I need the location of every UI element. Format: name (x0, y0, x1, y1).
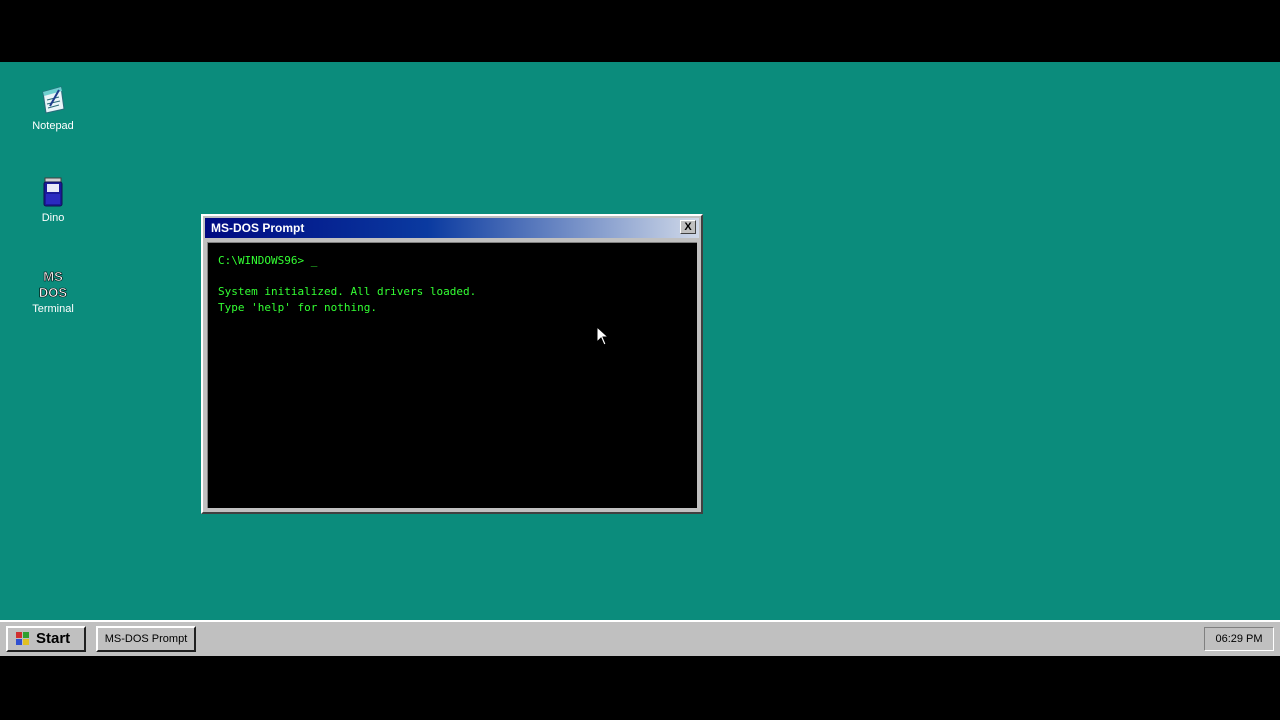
terminal-output-line: Type 'help' for nothing. (218, 300, 377, 314)
msdos-prompt-window: MS-DOS Prompt X C:\WINDOWS96> _ System i… (201, 214, 703, 514)
close-icon: X (684, 221, 692, 233)
terminal-output-line: System initialized. All drivers loaded. (218, 285, 477, 298)
close-button[interactable]: X (680, 220, 696, 234)
desktop-icon-label: Terminal (32, 303, 74, 315)
mouse-pointer-icon (596, 326, 610, 346)
svg-text:DOS: DOS (39, 285, 68, 299)
start-label: Start (36, 630, 71, 647)
desktop-icon-label: Dino (41, 212, 65, 224)
start-button[interactable]: Start (6, 626, 86, 652)
terminal-prompt-line: C:\WINDOWS96> _ (218, 254, 318, 267)
notepad-icon (37, 84, 69, 116)
dino-icon (37, 176, 69, 208)
terminal-icon: MS DOS (37, 267, 69, 301)
taskbar: Start MS-DOS Prompt 06:29 PM (0, 620, 1280, 656)
terminal-output[interactable]: C:\WINDOWS96> _ System initialized. All … (207, 242, 697, 508)
window-title-bar[interactable]: MS-DOS Prompt X (205, 218, 699, 238)
desktop-icon-dino[interactable]: Dino (22, 176, 84, 224)
desktop-icon-terminal[interactable]: MS DOS Terminal (22, 267, 84, 315)
desktop-icon-notepad[interactable]: Notepad (22, 84, 84, 132)
taskbar-clock: 06:29 PM (1204, 627, 1274, 651)
taskbar-button-msdos-prompt[interactable]: MS-DOS Prompt (96, 626, 196, 652)
svg-text:MS: MS (43, 269, 63, 284)
desktop: Notepad Dino MS DOS Terminal MS-DOS Prom… (0, 62, 1280, 656)
window-title: MS-DOS Prompt (211, 221, 305, 235)
desktop-icon-label: Notepad (32, 120, 74, 132)
windows-logo-icon (16, 632, 29, 645)
